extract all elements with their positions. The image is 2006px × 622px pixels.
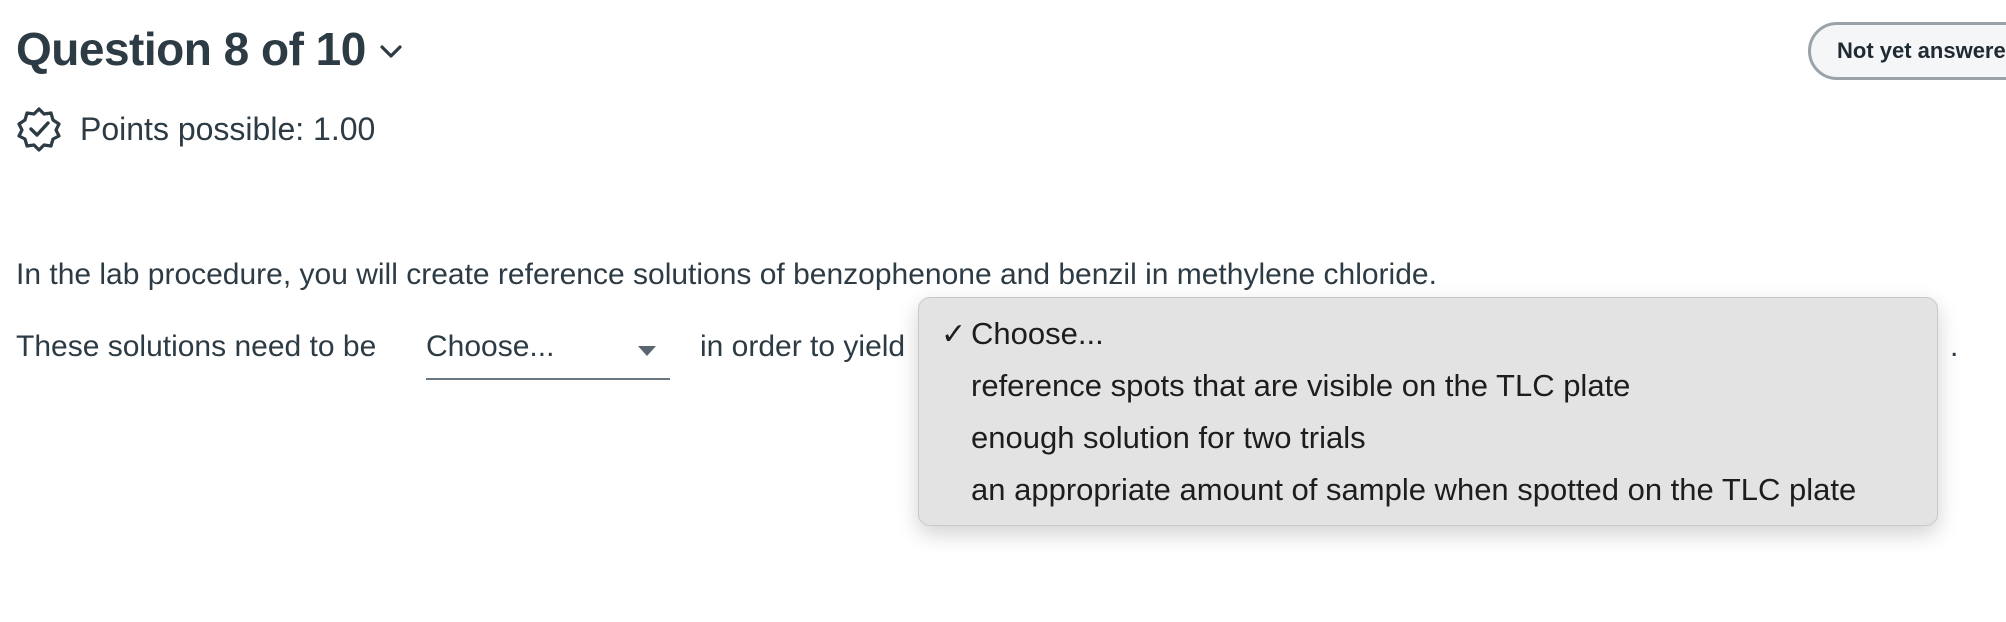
- points-row: Points possible: 1.00: [16, 106, 375, 152]
- question-title: Question 8 of 10: [16, 23, 366, 75]
- status-badge: Not yet answered: [1808, 22, 2006, 80]
- answer-select-value: Choose...: [426, 330, 555, 363]
- sentence-middle: in order to yield: [700, 330, 906, 363]
- option-label: enough solution for two trials: [971, 420, 1366, 455]
- question-intro: In the lab procedure, you will create re…: [16, 258, 1437, 291]
- dropdown-option-visible-spots[interactable]: reference spots that are visible on the …: [919, 360, 1937, 412]
- caret-down-icon: [638, 346, 656, 356]
- option-label: reference spots that are visible on the …: [971, 368, 1631, 403]
- option-label: Choose...: [971, 316, 1104, 351]
- question-nav-toggle[interactable]: Question 8 of 10: [16, 22, 406, 76]
- sentence-end: .: [1950, 330, 1959, 363]
- answer-select[interactable]: Choose...: [426, 326, 670, 380]
- dropdown-option-two-trials[interactable]: enough solution for two trials: [919, 412, 1937, 464]
- checkmark-icon: ✓: [941, 317, 967, 351]
- badge-check-icon: [16, 106, 62, 152]
- dropdown-option-choose[interactable]: ✓ Choose...: [919, 308, 1937, 360]
- points-possible: Points possible: 1.00: [80, 110, 376, 147]
- sentence-prefix: These solutions need to be: [16, 330, 377, 363]
- select-dropdown-menu: ✓ Choose... reference spots that are vis…: [918, 297, 1938, 526]
- dropdown-option-appropriate-amount[interactable]: an appropriate amount of sample when spo…: [919, 464, 1937, 516]
- option-label: an appropriate amount of sample when spo…: [971, 472, 1857, 507]
- chevron-down-icon: [376, 37, 406, 67]
